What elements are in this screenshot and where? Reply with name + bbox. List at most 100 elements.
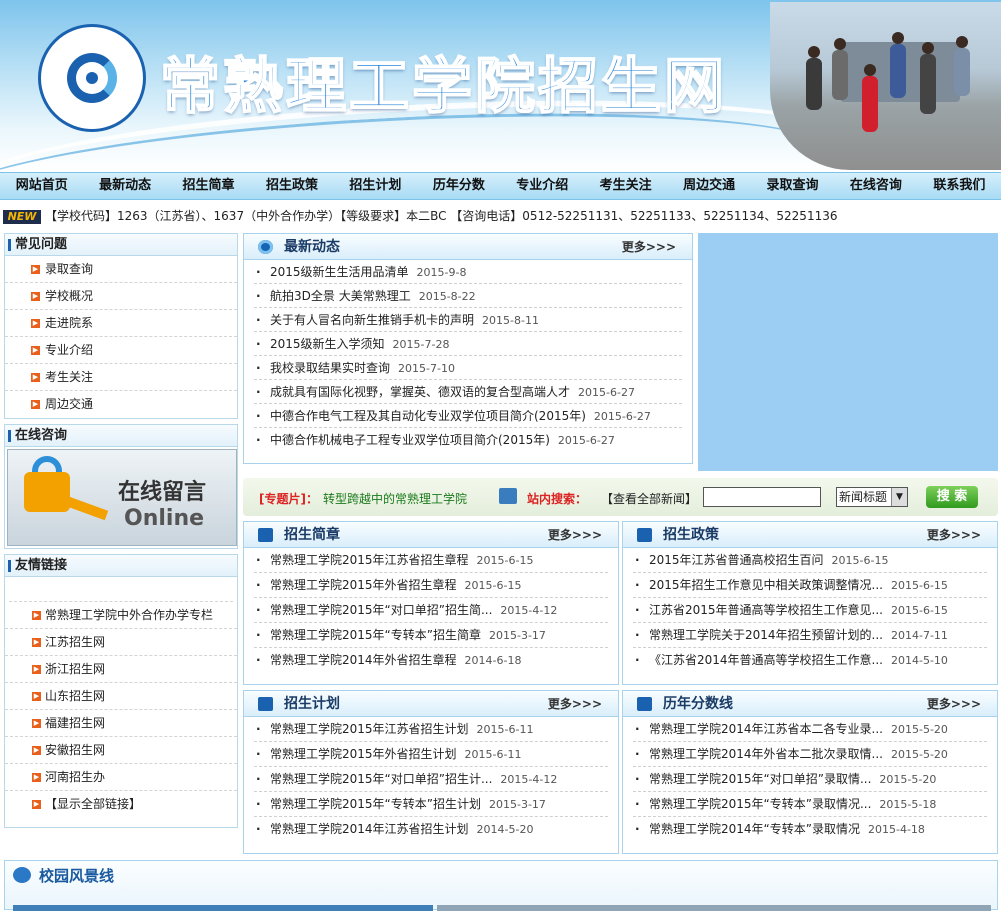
- nav-plan[interactable]: 招生计划: [334, 173, 417, 199]
- search-bar: [专题片]： 转型跨越中的常熟理工学院 站内搜索： 【查看全部新闻】 新闻标题 …: [243, 478, 998, 516]
- list-item[interactable]: 常熟理工学院2014年“专转本”录取情况 2015-4-18: [633, 817, 987, 842]
- search-icon: [499, 488, 517, 504]
- scenic-section: 校园风景线: [4, 860, 998, 911]
- list-item[interactable]: 2015级新生生活用品清单 2015-9-8: [254, 260, 682, 284]
- document-icon: [637, 697, 652, 711]
- link-item[interactable]: ▶ 福建招生网: [5, 710, 237, 737]
- list-item[interactable]: 江苏省2015年普通高等学校招生工作意见... 2015-6-15: [633, 598, 987, 623]
- all-news-link[interactable]: 【查看全部新闻】: [601, 490, 697, 507]
- notice-bar: NEW 【学校代码】1263（江苏省）、1637（中外合作办学）【等级要求】本二B…: [0, 205, 1001, 227]
- nav-attention[interactable]: 考生关注: [584, 173, 667, 199]
- item-title: 航拍3D全景 大美常熟理工: [270, 289, 411, 303]
- list-item[interactable]: 航拍3D全景 大美常熟理工 2015-8-22: [254, 284, 682, 308]
- list-item[interactable]: 常熟理工学院2015年“专转本”录取情况... 2015-5-18: [633, 792, 987, 817]
- plan-more-link[interactable]: 更多>>>: [548, 691, 602, 717]
- item-title: 常熟理工学院2015年“对口单招”招生计...: [270, 772, 493, 786]
- list-item[interactable]: 《江苏省2014年普通高等学校招生工作意... 2014-5-10: [633, 648, 987, 673]
- nav-brochure[interactable]: 招生简章: [167, 173, 250, 199]
- list-item[interactable]: 常熟理工学院2015年“对口单招”招生计... 2015-4-12: [254, 767, 608, 792]
- scenic-title: 校园风景线: [39, 867, 115, 885]
- faq-item[interactable]: ▶ 录取查询: [5, 256, 237, 283]
- list-item[interactable]: 常熟理工学院2015年外省招生章程 2015-6-15: [254, 573, 608, 598]
- list-item[interactable]: 2015级新生入学须知 2015-7-28: [254, 332, 682, 356]
- item-title: 常熟理工学院2014年“专转本”录取情况: [649, 822, 860, 836]
- list-item[interactable]: 成就具有国际化视野，掌握英、德双语的复合型高端人才 2015-6-27: [254, 380, 682, 404]
- faq-item[interactable]: ▶ 学校概况: [5, 283, 237, 310]
- scenic-photo[interactable]: [13, 905, 433, 911]
- item-title: 2015年招生工作意见中相关政策调整情况...: [649, 578, 883, 592]
- item-date: 2015-8-22: [418, 290, 476, 303]
- search-input[interactable]: [703, 487, 821, 507]
- item-title: 常熟理工学院2015年外省招生章程: [270, 578, 457, 592]
- policy-more-link[interactable]: 更多>>>: [927, 522, 981, 548]
- search-button[interactable]: 搜 索: [926, 486, 978, 508]
- item-date: 2014-7-11: [890, 629, 948, 642]
- topic-link[interactable]: 转型跨越中的常熟理工学院: [323, 490, 467, 507]
- item-title: 2015级新生入学须知: [270, 337, 385, 351]
- item-title: 常熟理工学院2015年外省招生计划: [270, 747, 457, 761]
- list-item[interactable]: 常熟理工学院2014年外省招生章程 2014-6-18: [254, 648, 608, 673]
- policy-panel: 招生政策 更多>>> 2015年江苏省普通高校招生百问2015-6-152015…: [622, 521, 998, 685]
- item-date: 2015-5-20: [890, 723, 948, 736]
- faq-item[interactable]: ▶ 周边交通: [5, 391, 237, 418]
- faq-box: 常见问题 ▶ 录取查询 ▶ 学校概况 ▶ 走进院系 ▶ 专业介绍 ▶ 考生关注 ▶ 周边交通: [4, 233, 238, 419]
- online-message-banner[interactable]: 在线留言 Online: [7, 449, 237, 546]
- list-item[interactable]: 2015年江苏省普通高校招生百问 2015-6-15: [633, 548, 987, 573]
- show-all-links[interactable]: ▶ 【显示全部链接】: [5, 791, 237, 818]
- item-title: 江苏省2015年普通高等学校招生工作意见...: [649, 603, 883, 617]
- nav-consult[interactable]: 在线咨询: [834, 173, 917, 199]
- item-date: 2014-5-20: [476, 823, 534, 836]
- plan-title: 招生计划: [284, 696, 340, 712]
- scenic-photo[interactable]: [437, 905, 991, 911]
- list-item[interactable]: 常熟理工学院2014年江苏省招生计划 2014-5-20: [254, 817, 608, 842]
- link-item[interactable]: ▶ 山东招生网: [5, 683, 237, 710]
- faq-item[interactable]: ▶ 走进院系: [5, 310, 237, 337]
- list-item[interactable]: 常熟理工学院2015年“专转本”招生简章 2015-3-17: [254, 623, 608, 648]
- list-item[interactable]: 常熟理工学院2014年江苏省本二各专业录... 2015-5-20: [633, 717, 987, 742]
- list-item[interactable]: 常熟理工学院2015年“专转本”招生计划 2015-3-17: [254, 792, 608, 817]
- faq-item[interactable]: ▶ 考生关注: [5, 364, 237, 391]
- list-item[interactable]: 2015年招生工作意见中相关政策调整情况... 2015-6-15: [633, 573, 987, 598]
- brochure-title: 招生简章: [284, 527, 340, 543]
- nav-traffic[interactable]: 周边交通: [667, 173, 750, 199]
- faq-item[interactable]: ▶ 专业介绍: [5, 337, 237, 364]
- news-more-link[interactable]: 更多>>>: [622, 234, 676, 260]
- nav-contact[interactable]: 联系我们: [918, 173, 1001, 199]
- item-title: 常熟理工学院关于2014年招生预留计划的...: [649, 628, 883, 642]
- scores-more-link[interactable]: 更多>>>: [927, 691, 981, 717]
- item-date: 2015-5-18: [879, 798, 937, 811]
- link-item[interactable]: ▶ 江苏招生网: [5, 629, 237, 656]
- nav-policy[interactable]: 招生政策: [250, 173, 333, 199]
- list-item[interactable]: 常熟理工学院2015年江苏省招生计划 2015-6-11: [254, 717, 608, 742]
- nav-scores[interactable]: 历年分数: [417, 173, 500, 199]
- nav-news[interactable]: 最新动态: [83, 173, 166, 199]
- link-item[interactable]: ▶ 安徽招生网: [5, 737, 237, 764]
- list-item[interactable]: 我校录取结果实时查询 2015-7-10: [254, 356, 682, 380]
- search-type-select[interactable]: 新闻标题 ▼: [836, 487, 908, 507]
- nav-admission-query[interactable]: 录取查询: [751, 173, 834, 199]
- links-box: 友情链接 ▶ 常熟理工学院中外合作办学专栏 ▶ 江苏招生网 ▶ 浙江招生网 ▶ 山东招生…: [4, 554, 238, 828]
- list-item[interactable]: 常熟理工学院2015年江苏省招生章程 2015-6-15: [254, 548, 608, 573]
- list-item[interactable]: 常熟理工学院2014年外省本二批次录取情... 2015-5-20: [633, 742, 987, 767]
- chevron-down-icon: ▼: [891, 488, 907, 506]
- item-title: 常熟理工学院2015年“专转本”录取情况...: [649, 797, 872, 811]
- item-title: 2015年江苏省普通高校招生百问: [649, 553, 824, 567]
- list-item[interactable]: 常熟理工学院2015年“对口单招”录取情... 2015-5-20: [633, 767, 987, 792]
- list-item[interactable]: 常熟理工学院关于2014年招生预留计划的... 2014-7-11: [633, 623, 987, 648]
- list-item[interactable]: 常熟理工学院2015年外省招生计划 2015-6-11: [254, 742, 608, 767]
- news-title: 最新动态: [284, 239, 340, 255]
- list-item[interactable]: 常熟理工学院2015年“对口单招”招生简... 2015-4-12: [254, 598, 608, 623]
- policy-title: 招生政策: [663, 527, 719, 543]
- item-date: 2015-4-18: [867, 823, 925, 836]
- link-item[interactable]: ▶ 河南招生办: [5, 764, 237, 791]
- list-item[interactable]: 关于有人冒名向新生推销手机卡的声明 2015-8-11: [254, 308, 682, 332]
- brochure-more-link[interactable]: 更多>>>: [548, 522, 602, 548]
- nav-majors[interactable]: 专业介绍: [501, 173, 584, 199]
- list-item[interactable]: 中德合作电气工程及其自动化专业双学位项目简介(2015年) 2015-6-27: [254, 404, 682, 428]
- list-item[interactable]: 中德合作机械电子工程专业双学位项目简介(2015年) 2015-6-27: [254, 428, 682, 452]
- link-item[interactable]: ▶ 常熟理工学院中外合作办学专栏: [5, 602, 237, 629]
- nav-home[interactable]: 网站首页: [0, 173, 83, 199]
- item-date: 2015-5-20: [879, 773, 937, 786]
- link-item[interactable]: ▶ 浙江招生网: [5, 656, 237, 683]
- item-date: 2015-4-12: [500, 773, 558, 786]
